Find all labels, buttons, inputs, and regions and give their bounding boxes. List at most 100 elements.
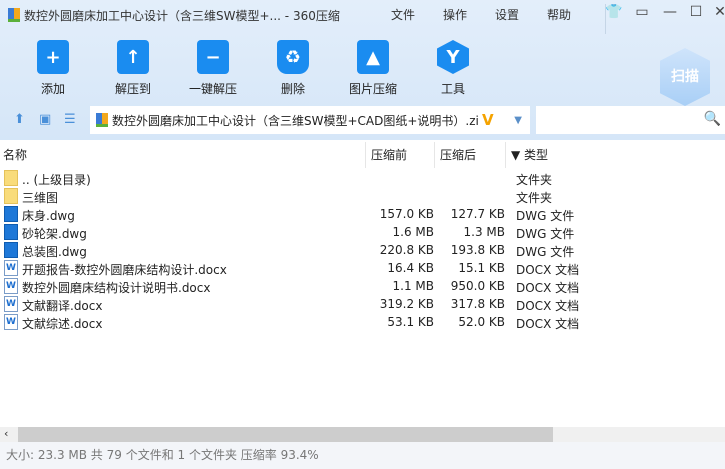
- file-name: .. (上级目录): [22, 173, 91, 187]
- horizontal-scrollbar[interactable]: ‹: [0, 427, 725, 442]
- size-before: 16.4 KB: [387, 261, 434, 275]
- size-before: 53.1 KB: [387, 315, 434, 329]
- column-after[interactable]: 压缩后: [440, 146, 476, 164]
- word-doc-icon: W: [4, 296, 18, 312]
- scan-button[interactable]: 扫描: [660, 48, 710, 106]
- file-type: 文件夹: [516, 173, 553, 187]
- delete-icon: ♻: [277, 40, 309, 74]
- skin-icon[interactable]: 👕: [604, 4, 624, 20]
- title-bar: 数控外圆磨床加工中心设计（含三维SW模型+... - 360压缩: [8, 6, 340, 24]
- file-row[interactable]: W 文献综述.docx 53.1 KB 52.0 KB DOCX 文档: [0, 313, 600, 331]
- file-type: DOCX 文档: [516, 317, 580, 331]
- search-icon[interactable]: 🔍: [704, 111, 721, 127]
- file-row[interactable]: 砂轮架.dwg 1.6 MB 1.3 MB DWG 文件: [0, 223, 600, 241]
- file-row[interactable]: W 开题报告-数控外圆磨床结构设计.docx 16.4 KB 15.1 KB D…: [0, 259, 600, 277]
- divider: [365, 142, 366, 168]
- divider: [434, 142, 435, 168]
- word-doc-icon: W: [4, 278, 18, 294]
- extract-to-icon: ↑: [117, 40, 149, 74]
- file-name: 三维图: [22, 191, 59, 205]
- size-before: 1.6 MB: [392, 225, 434, 239]
- dwg-file-icon: [4, 242, 18, 258]
- up-icon[interactable]: ⬆: [14, 112, 25, 127]
- column-name[interactable]: 名称: [3, 146, 27, 164]
- divider: [505, 142, 506, 168]
- file-type: DOCX 文档: [516, 281, 580, 295]
- dwg-file-icon: [4, 224, 18, 240]
- size-after: 317.8 KB: [450, 297, 505, 311]
- delete-label: 删除: [280, 82, 305, 96]
- file-name: 文献综述.docx: [22, 317, 103, 331]
- top-panel: 数控外圆磨床加工中心设计（含三维SW模型+... - 360压缩 文件 操作 设…: [0, 0, 725, 140]
- add-icon: +: [37, 40, 69, 74]
- file-name: 床身.dwg: [22, 209, 75, 223]
- size-after: 193.8 KB: [450, 243, 505, 257]
- size-before: 1.1 MB: [392, 279, 434, 293]
- file-type: DOCX 文档: [516, 263, 580, 277]
- menu-help[interactable]: 帮助: [547, 6, 571, 23]
- list-view-icon[interactable]: ☰: [64, 112, 76, 127]
- file-row[interactable]: 总装图.dwg 220.8 KB 193.8 KB DWG 文件: [0, 241, 600, 259]
- file-name: 数控外圆磨床结构设计说明书.docx: [22, 281, 211, 295]
- column-before[interactable]: 压缩前: [371, 146, 407, 164]
- size-before: 319.2 KB: [379, 297, 434, 311]
- size-after: 127.7 KB: [450, 207, 505, 221]
- verified-icon: V: [482, 111, 494, 129]
- tools-icon: Y: [437, 40, 469, 74]
- folder-icon: [4, 170, 18, 186]
- file-row[interactable]: W 文献翻译.docx 319.2 KB 317.8 KB DOCX 文档: [0, 295, 600, 313]
- address-bar[interactable]: 数控外圆磨床加工中心设计（含三维SW模型+CAD图纸+说明书）.zip V ▼: [90, 106, 530, 134]
- extract-to-button[interactable]: ↑ 解压到: [98, 40, 168, 97]
- add-button[interactable]: + 添加: [18, 40, 88, 97]
- one-click-extract-icon: −: [197, 40, 229, 74]
- column-type[interactable]: ▼ 类型: [511, 146, 548, 164]
- file-type: DOCX 文档: [516, 299, 580, 313]
- dwg-file-icon: [4, 206, 18, 222]
- file-name: 文献翻译.docx: [22, 299, 103, 313]
- zip-icon: [8, 8, 20, 22]
- file-row[interactable]: .. (上级目录) 文件夹: [0, 169, 600, 187]
- size-after: 52.0 KB: [458, 315, 505, 329]
- folder-icon: [4, 188, 18, 204]
- feedback-icon[interactable]: ▭: [632, 4, 652, 20]
- zip-icon: [96, 113, 108, 127]
- scroll-left-icon[interactable]: ‹: [4, 427, 8, 440]
- one-click-extract-label: 一键解压: [188, 82, 237, 96]
- add-label: 添加: [40, 82, 65, 96]
- size-after: 15.1 KB: [458, 261, 505, 275]
- chevron-down-icon[interactable]: ▼: [514, 115, 522, 126]
- menu-operate[interactable]: 操作: [443, 6, 467, 23]
- maximize-button[interactable]: ☐: [686, 4, 706, 20]
- file-type: DWG 文件: [516, 227, 575, 241]
- extract-to-label: 解压到: [114, 82, 151, 96]
- menu-file[interactable]: 文件: [391, 6, 415, 23]
- image-compress-button[interactable]: ▲ 图片压缩: [338, 40, 408, 97]
- size-after: 1.3 MB: [463, 225, 505, 239]
- size-before: 220.8 KB: [379, 243, 434, 257]
- image-compress-icon: ▲: [357, 40, 389, 74]
- word-doc-icon: W: [4, 314, 18, 330]
- image-compress-label: 图片压缩: [348, 82, 397, 96]
- archive-path: 数控外圆磨床加工中心设计（含三维SW模型+CAD图纸+说明书）.zip: [112, 113, 478, 128]
- file-type: 文件夹: [516, 191, 553, 205]
- menu-settings[interactable]: 设置: [495, 6, 519, 23]
- delete-button[interactable]: ♻ 删除: [258, 40, 328, 97]
- size-before: 157.0 KB: [379, 207, 434, 221]
- file-row[interactable]: W 数控外圆磨床结构设计说明书.docx 1.1 MB 950.0 KB DOC…: [0, 277, 600, 295]
- scrollbar-thumb[interactable]: [18, 427, 553, 442]
- one-click-extract-button[interactable]: − 一键解压: [178, 40, 248, 97]
- window-title: 数控外圆磨床加工中心设计（含三维SW模型+... - 360压缩: [24, 8, 340, 23]
- size-after: 950.0 KB: [450, 279, 505, 293]
- minimize-button[interactable]: —: [660, 4, 680, 20]
- close-button[interactable]: ✕: [710, 4, 725, 20]
- search-input[interactable]: 🔍: [536, 106, 725, 134]
- tools-button[interactable]: Y 工具: [418, 40, 488, 97]
- file-row[interactable]: 床身.dwg 157.0 KB 127.7 KB DWG 文件: [0, 205, 600, 223]
- file-row[interactable]: 三维图 文件夹: [0, 187, 600, 205]
- file-name: 开题报告-数控外圆磨床结构设计.docx: [22, 263, 227, 277]
- file-type: DWG 文件: [516, 209, 575, 223]
- tools-label: 工具: [440, 82, 465, 96]
- word-doc-icon: W: [4, 260, 18, 276]
- thumbnail-view-icon[interactable]: ▣: [39, 112, 51, 127]
- file-name: 砂轮架.dwg: [22, 227, 87, 241]
